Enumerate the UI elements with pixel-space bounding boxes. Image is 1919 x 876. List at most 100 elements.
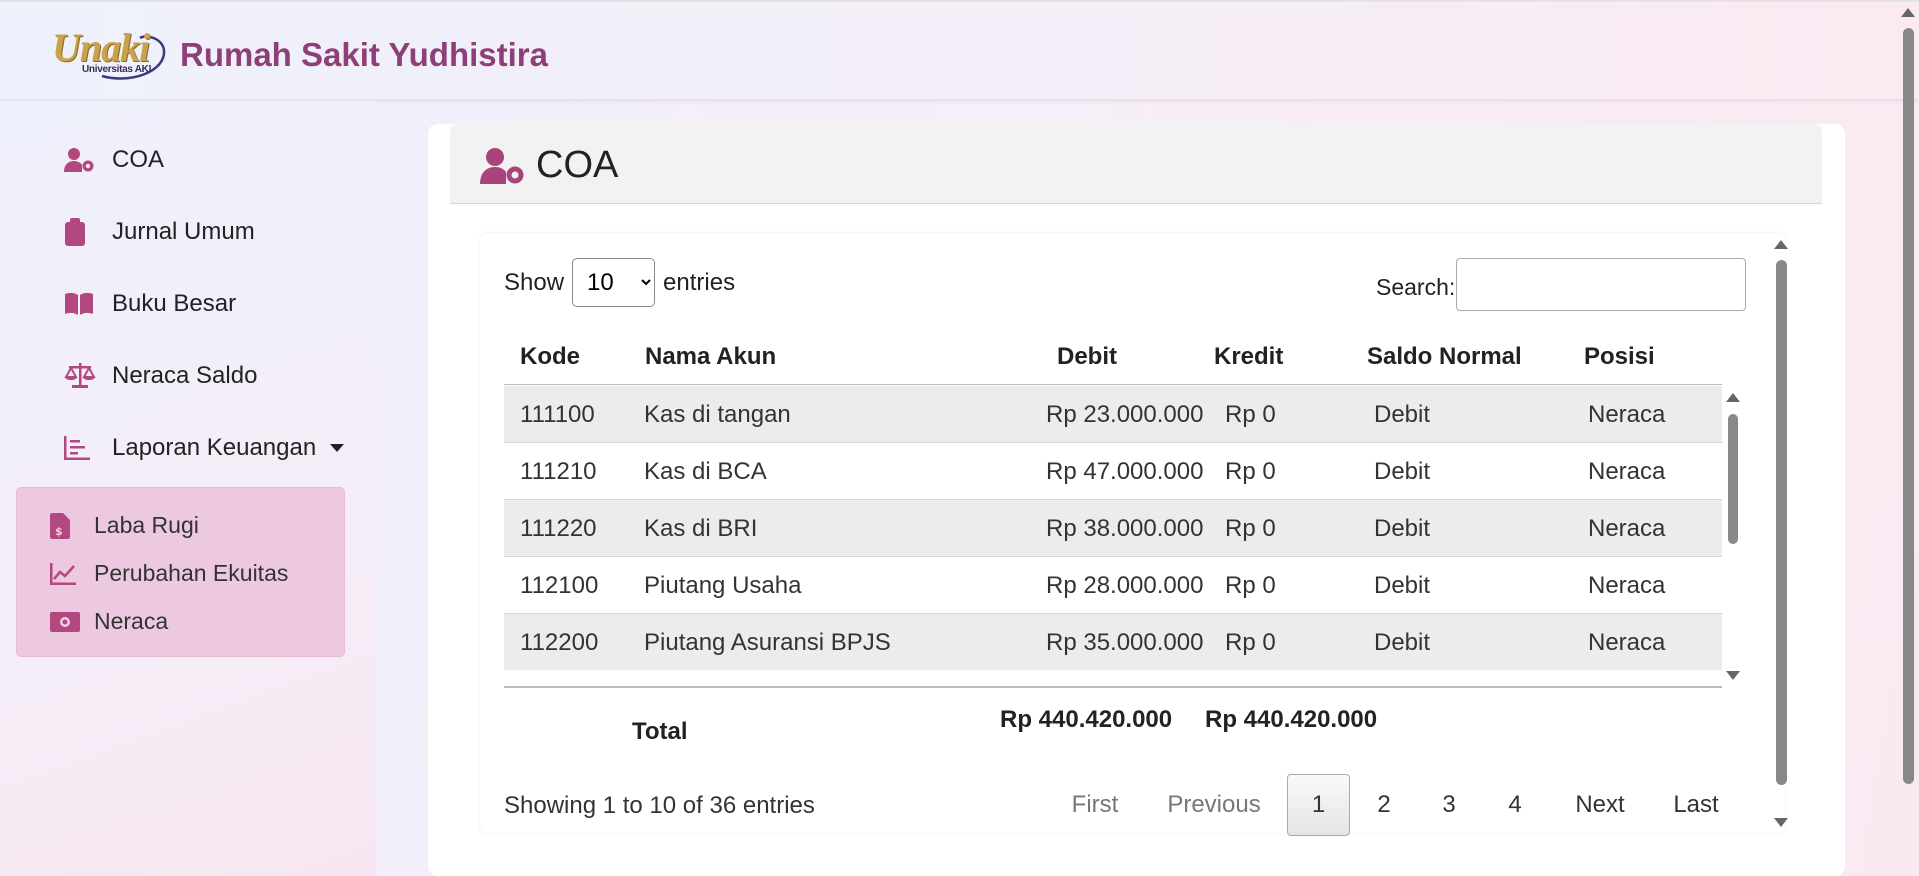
cell-debit: Rp 35.000.000: [1046, 629, 1204, 656]
sidebar-item-jurnal-umum[interactable]: Jurnal Umum: [64, 218, 255, 246]
submenu-item-perubahan-ekuitas[interactable]: Perubahan Ekuitas: [50, 560, 288, 587]
column-header-saldo-normal[interactable]: Saldo Normal: [1367, 343, 1522, 371]
scale-balanced-icon: [64, 362, 96, 390]
table-row[interactable]: 112100 Piutang Usaha Rp 28.000.000 Rp 0 …: [504, 557, 1722, 614]
chart-line-icon: [50, 561, 80, 587]
column-header-debit[interactable]: Debit: [1057, 343, 1117, 371]
pagination-page-2[interactable]: 2: [1359, 774, 1409, 836]
cell-posisi: Neraca: [1588, 515, 1666, 542]
pagination-previous[interactable]: Previous: [1152, 774, 1276, 836]
clipboard-icon: [64, 218, 96, 246]
table-row[interactable]: 112200 Piutang Asuransi BPJS Rp 35.000.0…: [504, 614, 1722, 670]
entries-length-control: Show 10 entries: [504, 258, 735, 307]
table-footer-divider: [504, 686, 1722, 688]
caret-down-icon: [330, 444, 345, 452]
pagination-next[interactable]: Next: [1562, 774, 1638, 836]
card-header: [450, 124, 1822, 204]
table-scrollbar-thumb[interactable]: [1728, 414, 1738, 544]
table-scroll-down-arrow[interactable]: [1726, 671, 1740, 680]
cell-saldo-normal: Debit: [1374, 572, 1431, 599]
cell-nama-akun: Kas di BCA: [644, 458, 767, 485]
cell-saldo-normal: Debit: [1374, 458, 1431, 485]
cell-nama-akun: Kas di tangan: [644, 401, 791, 428]
table-row[interactable]: 111100 Kas di tangan Rp 23.000.000 Rp 0 …: [504, 386, 1722, 443]
total-kredit: Rp 440.420.000: [1205, 706, 1378, 733]
cell-debit: Rp 38.000.000: [1046, 515, 1204, 542]
page-title: COA: [480, 144, 618, 187]
window-scroll-up-arrow[interactable]: [1901, 8, 1915, 17]
search-input[interactable]: [1456, 258, 1746, 311]
user-gear-icon: [480, 147, 524, 184]
money-bill-icon: [50, 609, 80, 635]
cell-saldo-normal: Debit: [1374, 515, 1431, 542]
column-header-nama-akun[interactable]: Nama Akun: [645, 343, 776, 371]
table-row[interactable]: 111210 Kas di BCA Rp 47.000.000 Rp 0 Deb…: [504, 443, 1722, 500]
column-header-kode[interactable]: Kode: [520, 343, 580, 371]
chart-bar-icon: [64, 434, 96, 462]
cell-kredit: Rp 0: [1225, 515, 1276, 542]
cell-kode: 111100: [520, 401, 595, 428]
cell-nama-akun: Kas di BRI: [644, 515, 758, 542]
cell-kode: 112200: [520, 629, 599, 656]
cell-posisi: Neraca: [1588, 629, 1666, 656]
pagination-page-3[interactable]: 3: [1424, 774, 1474, 836]
pagination-page-4[interactable]: 4: [1490, 774, 1540, 836]
entries-select[interactable]: 10: [572, 258, 656, 307]
sidebar-item-laporan-keuangan[interactable]: Laporan Keuangan: [64, 434, 345, 462]
table-row[interactable]: 111220 Kas di BRI Rp 38.000.000 Rp 0 Deb…: [504, 500, 1722, 557]
user-gear-icon: [64, 146, 96, 174]
window-scrollbar-thumb[interactable]: [1903, 28, 1914, 784]
submenu-item-label: Laba Rugi: [94, 512, 199, 538]
cell-kredit: Rp 0: [1225, 629, 1276, 656]
sidebar-item-neraca-saldo[interactable]: Neraca Saldo: [64, 362, 257, 390]
logo: Unaki Universitas AKI: [52, 24, 167, 80]
submenu-item-label: Perubahan Ekuitas: [94, 560, 289, 586]
sidebar-item-label: COA: [112, 146, 165, 173]
sidebar-item-label: Laporan Keuangan: [112, 434, 317, 461]
top-header: Unaki Universitas AKI Rumah Sakit Yudhis…: [0, 0, 1919, 99]
pagination-page-1[interactable]: 1: [1287, 774, 1350, 836]
app-title[interactable]: Rumah Sakit Yudhistira: [180, 36, 548, 74]
table-info: Showing 1 to 10 of 36 entries: [504, 792, 815, 819]
cell-nama-akun: Piutang Asuransi BPJS: [644, 629, 891, 656]
table-body: 111100 Kas di tangan Rp 23.000.000 Rp 0 …: [504, 386, 1722, 670]
cell-kredit: Rp 0: [1225, 458, 1276, 485]
table-header: Kode Nama Akun Debit Kredit Saldo Normal…: [504, 335, 1722, 385]
cell-nama-akun: Piutang Usaha: [644, 572, 802, 599]
sidebar-item-label: Buku Besar: [112, 290, 237, 317]
book-open-icon: [64, 290, 96, 318]
svg-text:$: $: [55, 525, 63, 538]
card-scrollbar-thumb[interactable]: [1776, 260, 1787, 785]
table-scroll-up-arrow[interactable]: [1726, 393, 1740, 402]
submenu-item-neraca[interactable]: Neraca: [50, 608, 168, 635]
card-scroll-down-arrow[interactable]: [1774, 818, 1788, 827]
cell-saldo-normal: Debit: [1374, 629, 1431, 656]
entries-label: entries: [663, 268, 736, 296]
cell-kredit: Rp 0: [1225, 401, 1276, 428]
card-scroll-up-arrow[interactable]: [1774, 240, 1788, 249]
cell-posisi: Neraca: [1588, 401, 1666, 428]
pagination-last[interactable]: Last: [1660, 774, 1732, 836]
search-label: Search:: [1376, 274, 1456, 300]
cell-posisi: Neraca: [1588, 572, 1666, 599]
file-invoice-dollar-icon: $: [50, 512, 80, 539]
cell-saldo-normal: Debit: [1374, 401, 1431, 428]
cell-kode: 111210: [520, 458, 597, 485]
column-header-kredit[interactable]: Kredit: [1214, 343, 1283, 371]
logo-subtext: Universitas AKI: [82, 64, 152, 75]
cell-kredit: Rp 0: [1225, 572, 1276, 599]
submenu-item-laba-rugi[interactable]: $ Laba Rugi: [50, 512, 199, 539]
column-header-posisi[interactable]: Posisi: [1584, 343, 1655, 371]
total-debit: Rp 440.420.000: [1000, 706, 1173, 733]
sidebar-item-buku-besar[interactable]: Buku Besar: [64, 290, 236, 318]
cell-debit: Rp 23.000.000: [1046, 401, 1204, 428]
page-title-text: COA: [536, 144, 619, 186]
show-label: Show: [504, 268, 565, 296]
cell-kode: 111220: [520, 515, 597, 542]
sidebar-item-label: Jurnal Umum: [112, 218, 255, 245]
pagination-first[interactable]: First: [1058, 774, 1132, 836]
sidebar-item-coa[interactable]: COA: [64, 146, 164, 174]
submenu-item-label: Neraca: [94, 608, 169, 634]
cell-debit: Rp 28.000.000: [1046, 572, 1204, 599]
sidebar-item-label: Neraca Saldo: [112, 362, 258, 389]
